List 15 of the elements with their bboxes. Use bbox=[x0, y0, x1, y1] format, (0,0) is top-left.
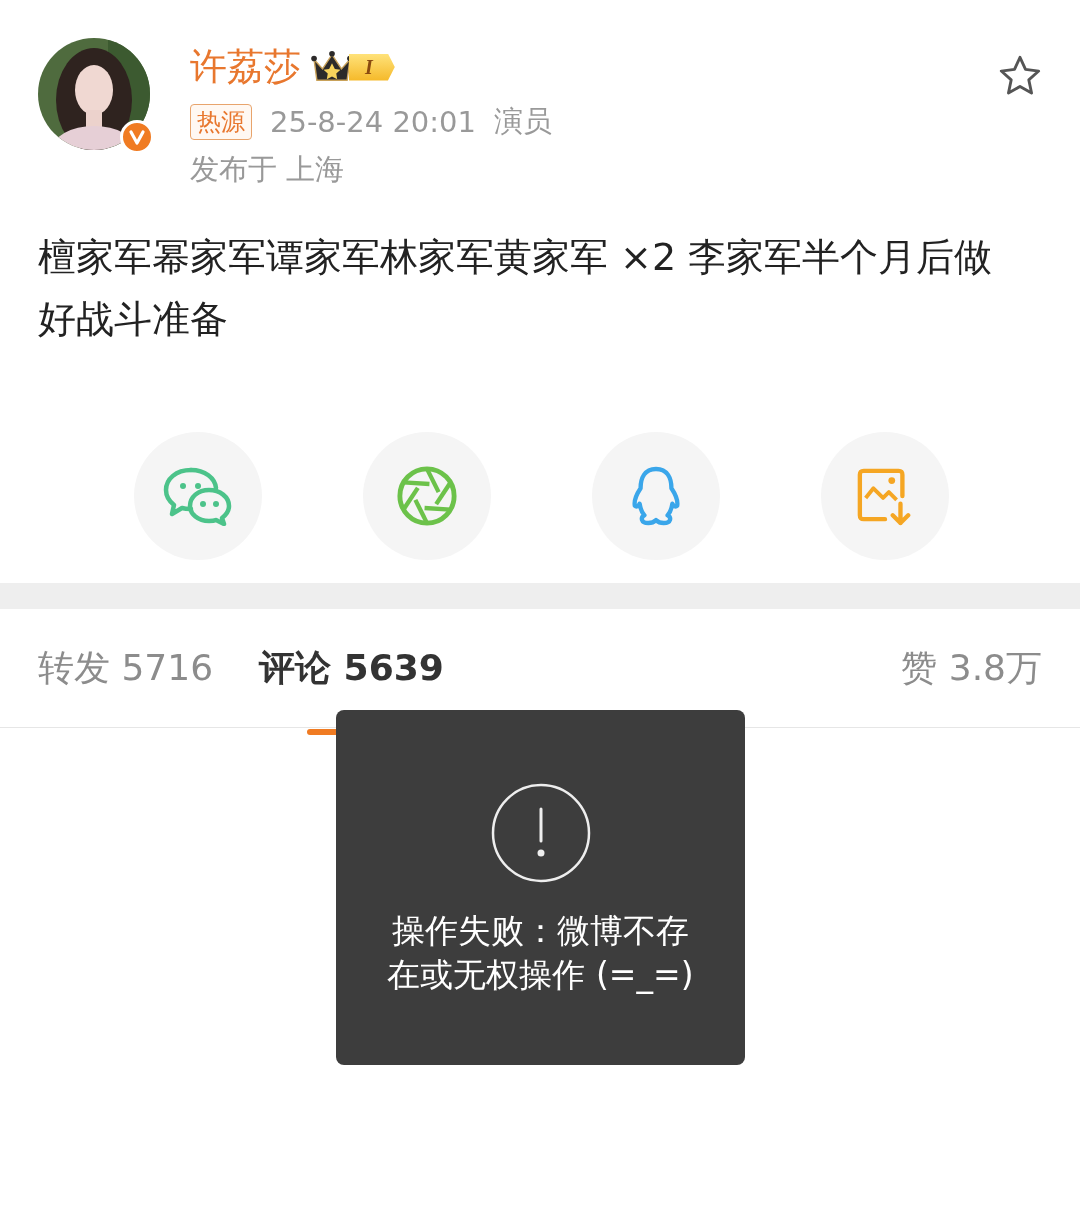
aperture-icon bbox=[396, 465, 458, 527]
hot-source-tag: 热源 bbox=[190, 104, 252, 140]
level-badge: I bbox=[311, 50, 395, 84]
author-title: 演员 bbox=[494, 103, 552, 140]
post-text: 檀家军幂家军谭家军林家军黄家军 ×2 李家军半个月后做好战斗准备 bbox=[38, 234, 994, 343]
star-icon[interactable] bbox=[998, 54, 1042, 98]
like-count[interactable]: 赞 3.8万 bbox=[901, 643, 1042, 693]
user-name[interactable]: 许荔莎 bbox=[190, 42, 301, 92]
chat-bubbles-icon bbox=[163, 466, 233, 526]
post-time: 25-8-24 20:01 bbox=[270, 105, 476, 139]
tab[interactable]: 转发 5716 bbox=[38, 643, 214, 693]
error-message: 操作失败：微博不存在或无权操作 (=_=) bbox=[386, 910, 695, 996]
post-location: 发布于 上海 bbox=[190, 151, 345, 188]
warning-icon bbox=[490, 783, 591, 883]
penguin-icon bbox=[629, 465, 683, 527]
